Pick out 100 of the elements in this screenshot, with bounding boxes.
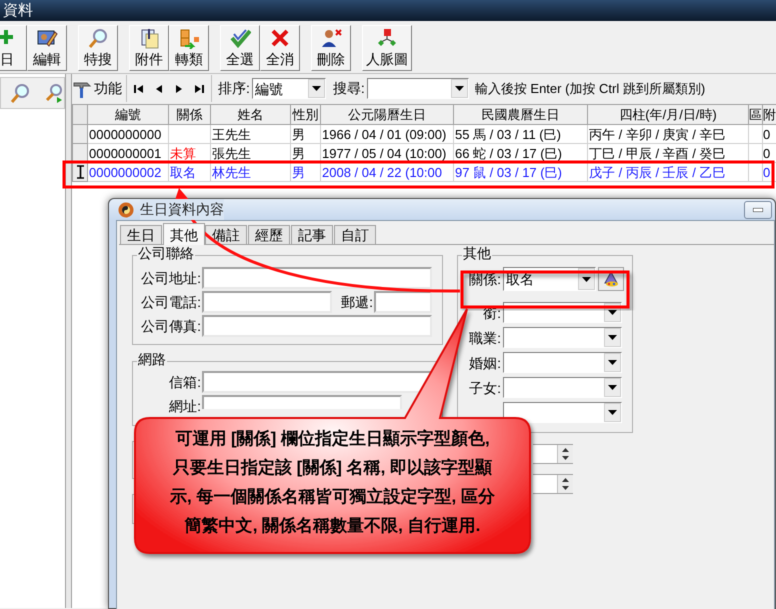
column-header[interactable]: 公元陽曆生日 [320,104,454,124]
dropdown-arrow-icon[interactable] [312,86,321,91]
table-cell: 男 [292,126,305,142]
palette-icon [602,271,620,287]
search-dropdown[interactable] [366,78,469,99]
sort-dropdown[interactable]: 編號 [252,78,326,99]
table-cell: 1977 / 05 / 04 (10:00) [322,146,446,160]
spin-down-icon[interactable] [558,454,573,463]
table-cell: 2008 / 04 / 22 (10:00 [322,164,442,180]
toolbar-button[interactable]: 全選 [220,25,260,71]
input-field[interactable] [202,267,432,289]
toolbar-button[interactable]: 特搜 [78,25,118,71]
table-cell: 丙午 / 辛卯 / 庚寅 / 辛巳 [589,126,726,142]
column-header[interactable]: 性別 [290,104,320,124]
input-field[interactable] [202,395,402,409]
tab[interactable]: 其他 [163,223,205,245]
table-cell: 丁巳 / 甲辰 / 辛酉 / 癸巳 [589,146,726,160]
toolbar-button[interactable]: 刪除 [311,25,351,71]
close-icon [270,28,290,49]
input-field[interactable] [374,291,432,313]
spin-up-icon[interactable] [558,445,573,454]
spin-field[interactable] [533,444,573,464]
field-label: 網址: [168,397,201,413]
table-cell: 1966 / 04 / 01 (09:00) [322,126,446,142]
table-cell: 取名 [170,164,196,180]
current-row[interactable]: 0000000002 取名 林先生 男 2008 / 04 / 22 (10:00 97 鼠 / 03 / 17 (巳) 戊子 / 丙辰 / 壬辰 / 乙巳 0 [72,162,776,182]
toolbar-button[interactable]: 全消 [260,25,300,71]
table-cell: 66 蛇 / 03 / 17 (巳) [455,146,562,160]
dropdown-field[interactable] [503,402,622,423]
table-row[interactable]: 0000000000 王先生 男 1966 / 04 / 01 (09:00) 55 馬 / 03 / 11 (巳) 丙午 / 辛卯 / 庚寅 / 辛巳 0 [72,124,776,144]
table-cell: 55 馬 / 03 / 11 (巳) [455,126,561,142]
spin-up-icon[interactable] [558,475,573,484]
table-row[interactable]: 0000000001 未算 張先生 男 1977 / 05 / 04 (10:00) 66 蛇 / 03 / 17 (巳) 丁巳 / 甲辰 / 辛酉 / 癸巳 0 [72,144,776,162]
search-icon[interactable] [10,83,30,103]
window-title: 資料 [3,3,33,18]
input-field[interactable] [202,371,432,393]
text-cursor-icon [76,165,84,179]
search-next-icon [44,83,64,103]
dropdown-arrow-icon[interactable] [608,335,617,340]
table-cell: 0 [764,146,770,160]
table-cell: 戊子 / 丙辰 / 壬辰 / 乙巳 [589,164,726,180]
input-field[interactable] [202,291,332,313]
table-cell: 男 [292,146,305,160]
person-cross-icon [320,28,342,49]
input-field[interactable] [202,315,432,337]
check-icon [230,28,250,49]
tab[interactable]: 經歷 [248,225,290,244]
tab[interactable]: 記事 [291,225,333,244]
group-title: 公司聯絡 [137,246,195,260]
toolbar-button[interactable]: 日 [0,25,27,71]
dropdown-arrow-icon[interactable] [608,385,617,390]
toolbar-button[interactable]: 編輯 [27,25,67,71]
first-icon[interactable] [133,82,145,94]
tab[interactable]: 自訂 [334,225,376,244]
table-cell: 0 [764,164,770,180]
table-cell: 0 [764,126,770,142]
column-header[interactable]: 民國農曆生日 [454,104,588,124]
spin-down-icon[interactable] [558,484,573,493]
table-cell: 0000000000 [89,126,162,142]
column-header[interactable]: 四柱(年/月/日/時) [588,104,748,124]
hint-text: 輸入後按 Enter (加按 Ctrl 跳到所屬類別) [474,80,706,98]
minimize-button[interactable] [744,201,772,219]
column-header[interactable]: 關係 [168,104,210,124]
dropdown-arrow-icon[interactable] [454,86,464,91]
toolbar-button[interactable]: 轉類 [169,25,209,71]
group-title: 網路 [137,352,167,366]
dropdown-arrow-icon[interactable] [582,276,591,282]
toolbar-button[interactable]: 人脈圖 [362,25,412,71]
function-button[interactable]: 功能 [72,75,127,102]
table-cell: 林先生 [212,164,251,180]
table-cell: 0000000001 [89,146,162,160]
field-label: 郵遞: [340,295,373,309]
column-header[interactable]: 姓名 [210,104,290,124]
column-header[interactable]: 區 [748,104,762,124]
last-icon[interactable] [193,82,205,94]
table-cell: 王先生 [212,126,251,142]
dropdown-field[interactable] [503,352,622,373]
search-icon [88,28,108,49]
dropdown-field[interactable] [503,377,622,398]
column-header[interactable]: 編號 [88,104,168,124]
document-clip-icon [138,28,160,49]
dropdown-field[interactable] [503,327,622,348]
field-label: 公司地址: [140,271,201,285]
column-header[interactable]: 附 [762,104,776,124]
toolbar-button[interactable]: 附件 [129,25,169,71]
dropdown-arrow-icon[interactable] [608,410,617,415]
dropdown-arrow-icon[interactable] [608,310,617,315]
dropdown-arrow-icon[interactable] [608,360,617,365]
sort-label: 排序: [218,79,250,98]
spin-field[interactable] [533,474,573,494]
tab[interactable]: 生日 [120,225,162,244]
pencil-card-icon [36,28,58,49]
search-label: 搜尋: [332,79,365,98]
field-label: 婚姻: [468,356,501,370]
field-label: 公司傳真: [140,319,201,333]
field-label: 信箱: [168,373,201,389]
tab[interactable]: 備註 [205,225,247,244]
boxes-arrow-icon [178,28,200,49]
table-cell: 未算 [170,146,196,160]
app-icon [118,202,134,218]
